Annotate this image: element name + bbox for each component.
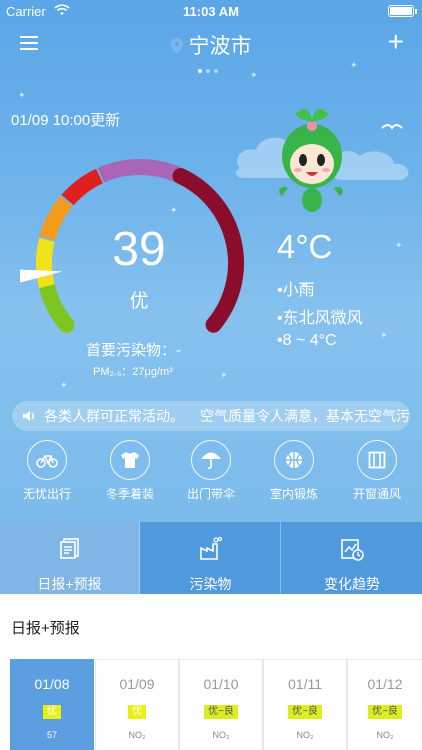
gauge-segment-very-unhealthy (97, 159, 183, 183)
tip-label: 出门带伞 (186, 487, 235, 501)
tip-travel[interactable]: 无忧出行 (5, 440, 89, 502)
tab-bar: 日报+预报 污染物 变化趋势 (0, 522, 422, 594)
location-pin-icon (170, 38, 183, 54)
aqi-value: 39 (112, 223, 166, 276)
temperature: 4°C (277, 228, 333, 265)
day-date: 01/10 (203, 676, 239, 692)
tip-clothing[interactable]: 冬季着装 (88, 440, 172, 502)
advice-text: 空气质量令人满意，基本无空气污染 (200, 408, 410, 424)
clock: 11:03 AM (183, 4, 239, 19)
day-date: 01/09 (119, 676, 155, 692)
add-city-button[interactable]: + (388, 26, 404, 58)
day-date: 01/12 (367, 676, 403, 692)
bicycle-icon (36, 455, 58, 468)
aqi-level-badge: 优~良 (368, 705, 402, 719)
umbrella-icon (201, 452, 221, 470)
day-pollutant: 57 (46, 730, 57, 740)
page-indicator (196, 60, 226, 73)
report-icon (59, 538, 79, 559)
day-pollutant: NO₂ (376, 730, 394, 740)
life-tips: 无忧出行 冬季着装 出门带伞 室内锻炼 开窗通风 (0, 440, 422, 506)
tip-ventilation[interactable]: 开窗通风 (335, 440, 419, 502)
tip-label: 无忧出行 (22, 487, 71, 501)
tab-label: 日报+预报 (37, 576, 102, 592)
tab-trend[interactable]: 变化趋势 (282, 522, 422, 594)
gauge-segment-unhealthy (61, 168, 104, 206)
sparkle-icon: ✦ (220, 370, 228, 380)
health-advice-ticker: 各类人群可正常活动。 空气质量令人满意，基本无空气污染 (12, 401, 410, 431)
day-pollutant: NO₂ (296, 730, 314, 740)
speaker-icon (23, 411, 34, 421)
day-date: 01/11 (288, 676, 322, 692)
trend-icon (341, 539, 364, 561)
battery-icon (388, 5, 417, 17)
forecast-day[interactable]: 01/09 优 NO₂ (95, 659, 179, 750)
tip-umbrella[interactable]: 出门带伞 (169, 440, 253, 502)
city-selector[interactable]: 宁波市 (0, 30, 422, 60)
pm25-reading: PM₂.₅：27μg/m³ (93, 366, 173, 378)
tab-daily-forecast[interactable]: 日报+预报 (0, 522, 140, 594)
gauge-segment-moderate (36, 237, 55, 289)
weather-condition: •小雨 (277, 282, 315, 299)
aqi-level-badge: 优 (43, 705, 61, 719)
tip-label: 开窗通风 (352, 487, 401, 501)
sparkle-icon: ✦ (250, 70, 258, 80)
factory-icon (199, 536, 222, 560)
sparkle-icon: ✦ (380, 330, 388, 340)
window-icon (368, 451, 386, 469)
aqi-level: 优 (129, 291, 149, 312)
mascot-illustration (235, 108, 409, 212)
tip-exercise[interactable]: 室内锻炼 (252, 440, 336, 502)
temperature-range: •8 ~ 4°C (277, 332, 337, 349)
forecast-day[interactable]: 01/12 优~良 NO₂ (347, 659, 422, 750)
day-pollutant: NO₂ (128, 730, 146, 740)
section-title: 日报+预报 (11, 620, 80, 637)
forecast-day[interactable]: 01/11 优~良 NO₂ (263, 659, 347, 750)
tab-pollutants[interactable]: 污染物 (141, 522, 281, 594)
gauge-segment-good (39, 279, 75, 333)
basketball-icon (286, 452, 302, 468)
forecast-day[interactable]: 01/10 优~良 NO₂ (179, 659, 263, 750)
aqi-level-badge: 优~良 (204, 705, 238, 719)
forecast-day[interactable]: 01/08 优 57 (10, 659, 94, 750)
tip-label: 室内锻炼 (269, 487, 318, 501)
update-time: 01/09 10:00更新 (11, 112, 121, 129)
gauge-segment-sensitive (39, 196, 73, 241)
sparkle-icon: ✦ (350, 60, 358, 70)
sparkle-icon: ✦ (18, 90, 26, 100)
sparkle-icon: ✦ (60, 380, 68, 390)
day-date: 01/08 (34, 676, 70, 692)
status-bar: Carrier 11:03 AM (0, 0, 422, 22)
aqi-level-badge: 优~良 (288, 705, 322, 719)
primary-pollutant: 首要污染物：- (86, 342, 181, 359)
aqi-level-badge: 优 (128, 705, 146, 719)
tab-label: 污染物 (189, 576, 232, 592)
forecast-days: 01/08 优 57 01/09 优 NO₂ 01/10 优~良 NO₂ 01/… (10, 659, 422, 750)
advice-text: 各类人群可正常活动。 (44, 408, 184, 424)
city-name: 宁波市 (188, 35, 252, 58)
sparkle-icon: ✦ (395, 240, 403, 250)
tab-label: 变化趋势 (324, 576, 380, 592)
wind-info: •东北风微风 (277, 310, 363, 327)
tip-label: 冬季着装 (105, 487, 154, 501)
day-pollutant: NO₂ (212, 730, 230, 740)
shirt-icon (121, 452, 139, 468)
